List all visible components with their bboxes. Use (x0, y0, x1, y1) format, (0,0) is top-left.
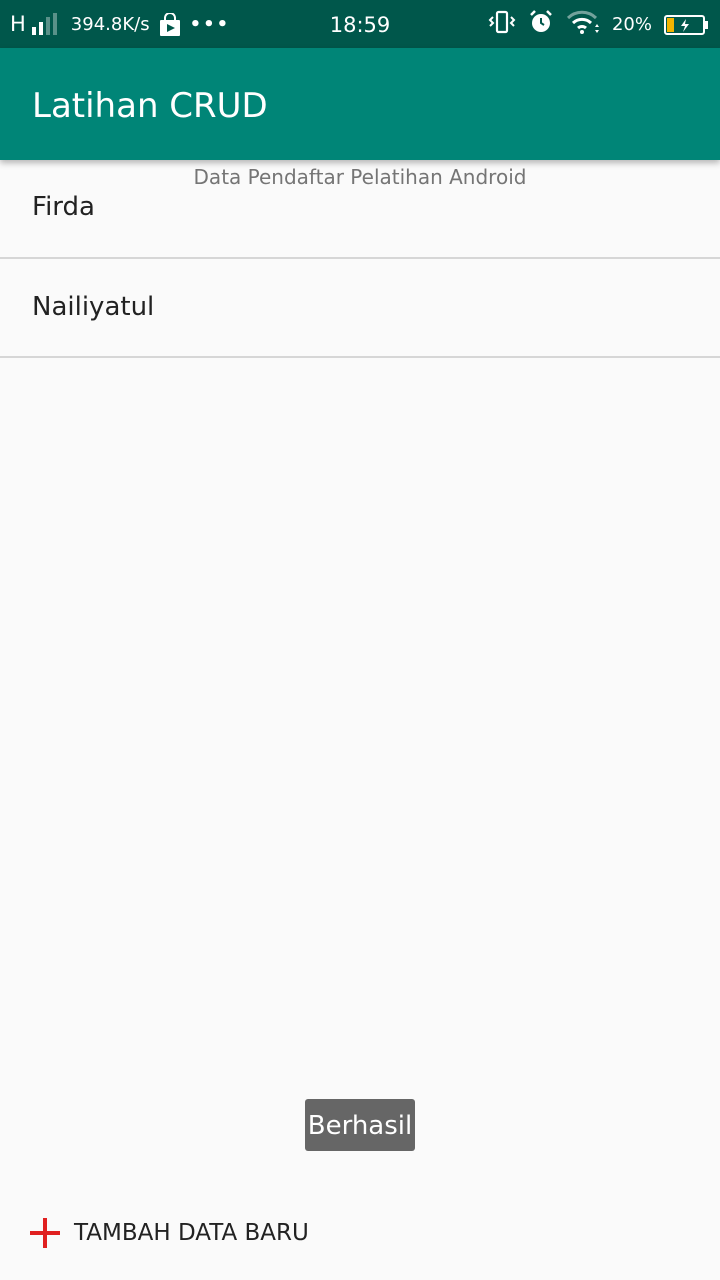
add-new-data-button[interactable]: TAMBAH DATA BARU (30, 1206, 309, 1260)
list-item-label: Nailiyatul (32, 292, 155, 322)
app-title: Latihan CRUD (32, 86, 268, 126)
battery-percent: 20% (611, 13, 652, 35)
vibrate-icon (488, 10, 516, 39)
add-new-data-label: TAMBAH DATA BARU (74, 1220, 309, 1246)
list-item[interactable]: Nailiyatul (0, 259, 720, 358)
wifi-icon (566, 9, 600, 40)
plus-icon (30, 1218, 60, 1248)
participant-list: Firda Nailiyatul (0, 160, 720, 358)
alarm-icon (528, 9, 554, 40)
battery-charging-icon (664, 14, 708, 35)
app-bar: Latihan CRUD (0, 48, 720, 160)
toast-message: Berhasil (305, 1099, 415, 1151)
status-bar-right: 20% (488, 0, 708, 48)
status-bar: H 394.8K/s ••• 18:59 20% (0, 0, 720, 48)
list-item-label: Firda (32, 192, 95, 222)
list-subtitle: Data Pendaftar Pelatihan Android (193, 165, 527, 189)
